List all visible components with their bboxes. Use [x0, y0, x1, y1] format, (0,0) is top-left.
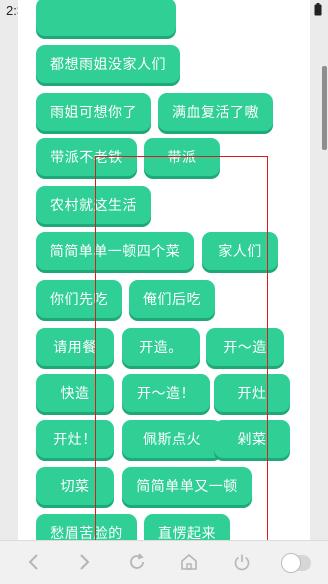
chip-nongcun-shenghuo[interactable]: 农村就这生活 [36, 186, 151, 224]
chip-kuaizao[interactable]: 快造 [36, 374, 114, 412]
battery-icon [314, 3, 322, 16]
power-icon[interactable] [229, 549, 255, 575]
chip-kai-zao-exclaim[interactable]: 开～造！ [122, 374, 210, 412]
forward-arrow-icon[interactable] [72, 549, 98, 575]
toggle-knob [281, 553, 301, 573]
chip-daipai-bulaotie[interactable]: 带派不老铁 [36, 138, 137, 176]
chip-partial-top[interactable] [36, 0, 176, 36]
chip-kaizao-period[interactable]: 开造。 [122, 328, 200, 366]
chip-zhileng-qilai[interactable]: 直愣起来 [144, 514, 230, 540]
content-card: 都想雨姐没家人们 雨姐可想你了 满血复活了嗷 带派不老铁 带派 农村就这生活 简… [18, 0, 310, 540]
chip-yujie-kexiang[interactable]: 雨姐可想你了 [36, 93, 151, 131]
chip-choumei-kulian[interactable]: 愁眉苦脸的 [36, 514, 137, 540]
chip-anmen-houchi[interactable]: 俺们后吃 [129, 280, 215, 318]
back-arrow-icon[interactable] [20, 549, 46, 575]
chip-jianjian-youyidun[interactable]: 简简单单又一顿 [122, 467, 252, 505]
refresh-icon[interactable] [124, 549, 150, 575]
scrollbar-thumb[interactable] [322, 66, 327, 150]
chip-manxue-fuhuo[interactable]: 满血复活了嗷 [158, 93, 273, 131]
chip-kaizao-stove-exclaim[interactable]: 开灶！ [36, 420, 114, 458]
chip-daipai[interactable]: 带派 [144, 138, 220, 176]
chip-duxiang-yujie[interactable]: 都想雨姐没家人们 [36, 45, 180, 83]
chip-peisi-dianhuo[interactable]: 佩斯点火 [122, 420, 222, 458]
chip-duocai[interactable]: 剁菜 [214, 420, 290, 458]
chip-kai-zao[interactable]: 开～造 [206, 328, 284, 366]
chip-kaizao-stove[interactable]: 开灶 [214, 374, 290, 412]
chip-jianjian-sige[interactable]: 简简单单一顿四个菜 [36, 232, 194, 270]
chip-qing-yongcan[interactable]: 请用餐 [36, 328, 114, 366]
chip-jiarenmen[interactable]: 家人们 [202, 232, 278, 270]
chip-qiecai[interactable]: 切菜 [36, 467, 114, 505]
toggle-switch[interactable] [281, 553, 311, 573]
chip-nimen-xianchi[interactable]: 你们先吃 [36, 280, 122, 318]
bottom-nav-bar [0, 540, 328, 584]
home-icon[interactable] [176, 549, 202, 575]
